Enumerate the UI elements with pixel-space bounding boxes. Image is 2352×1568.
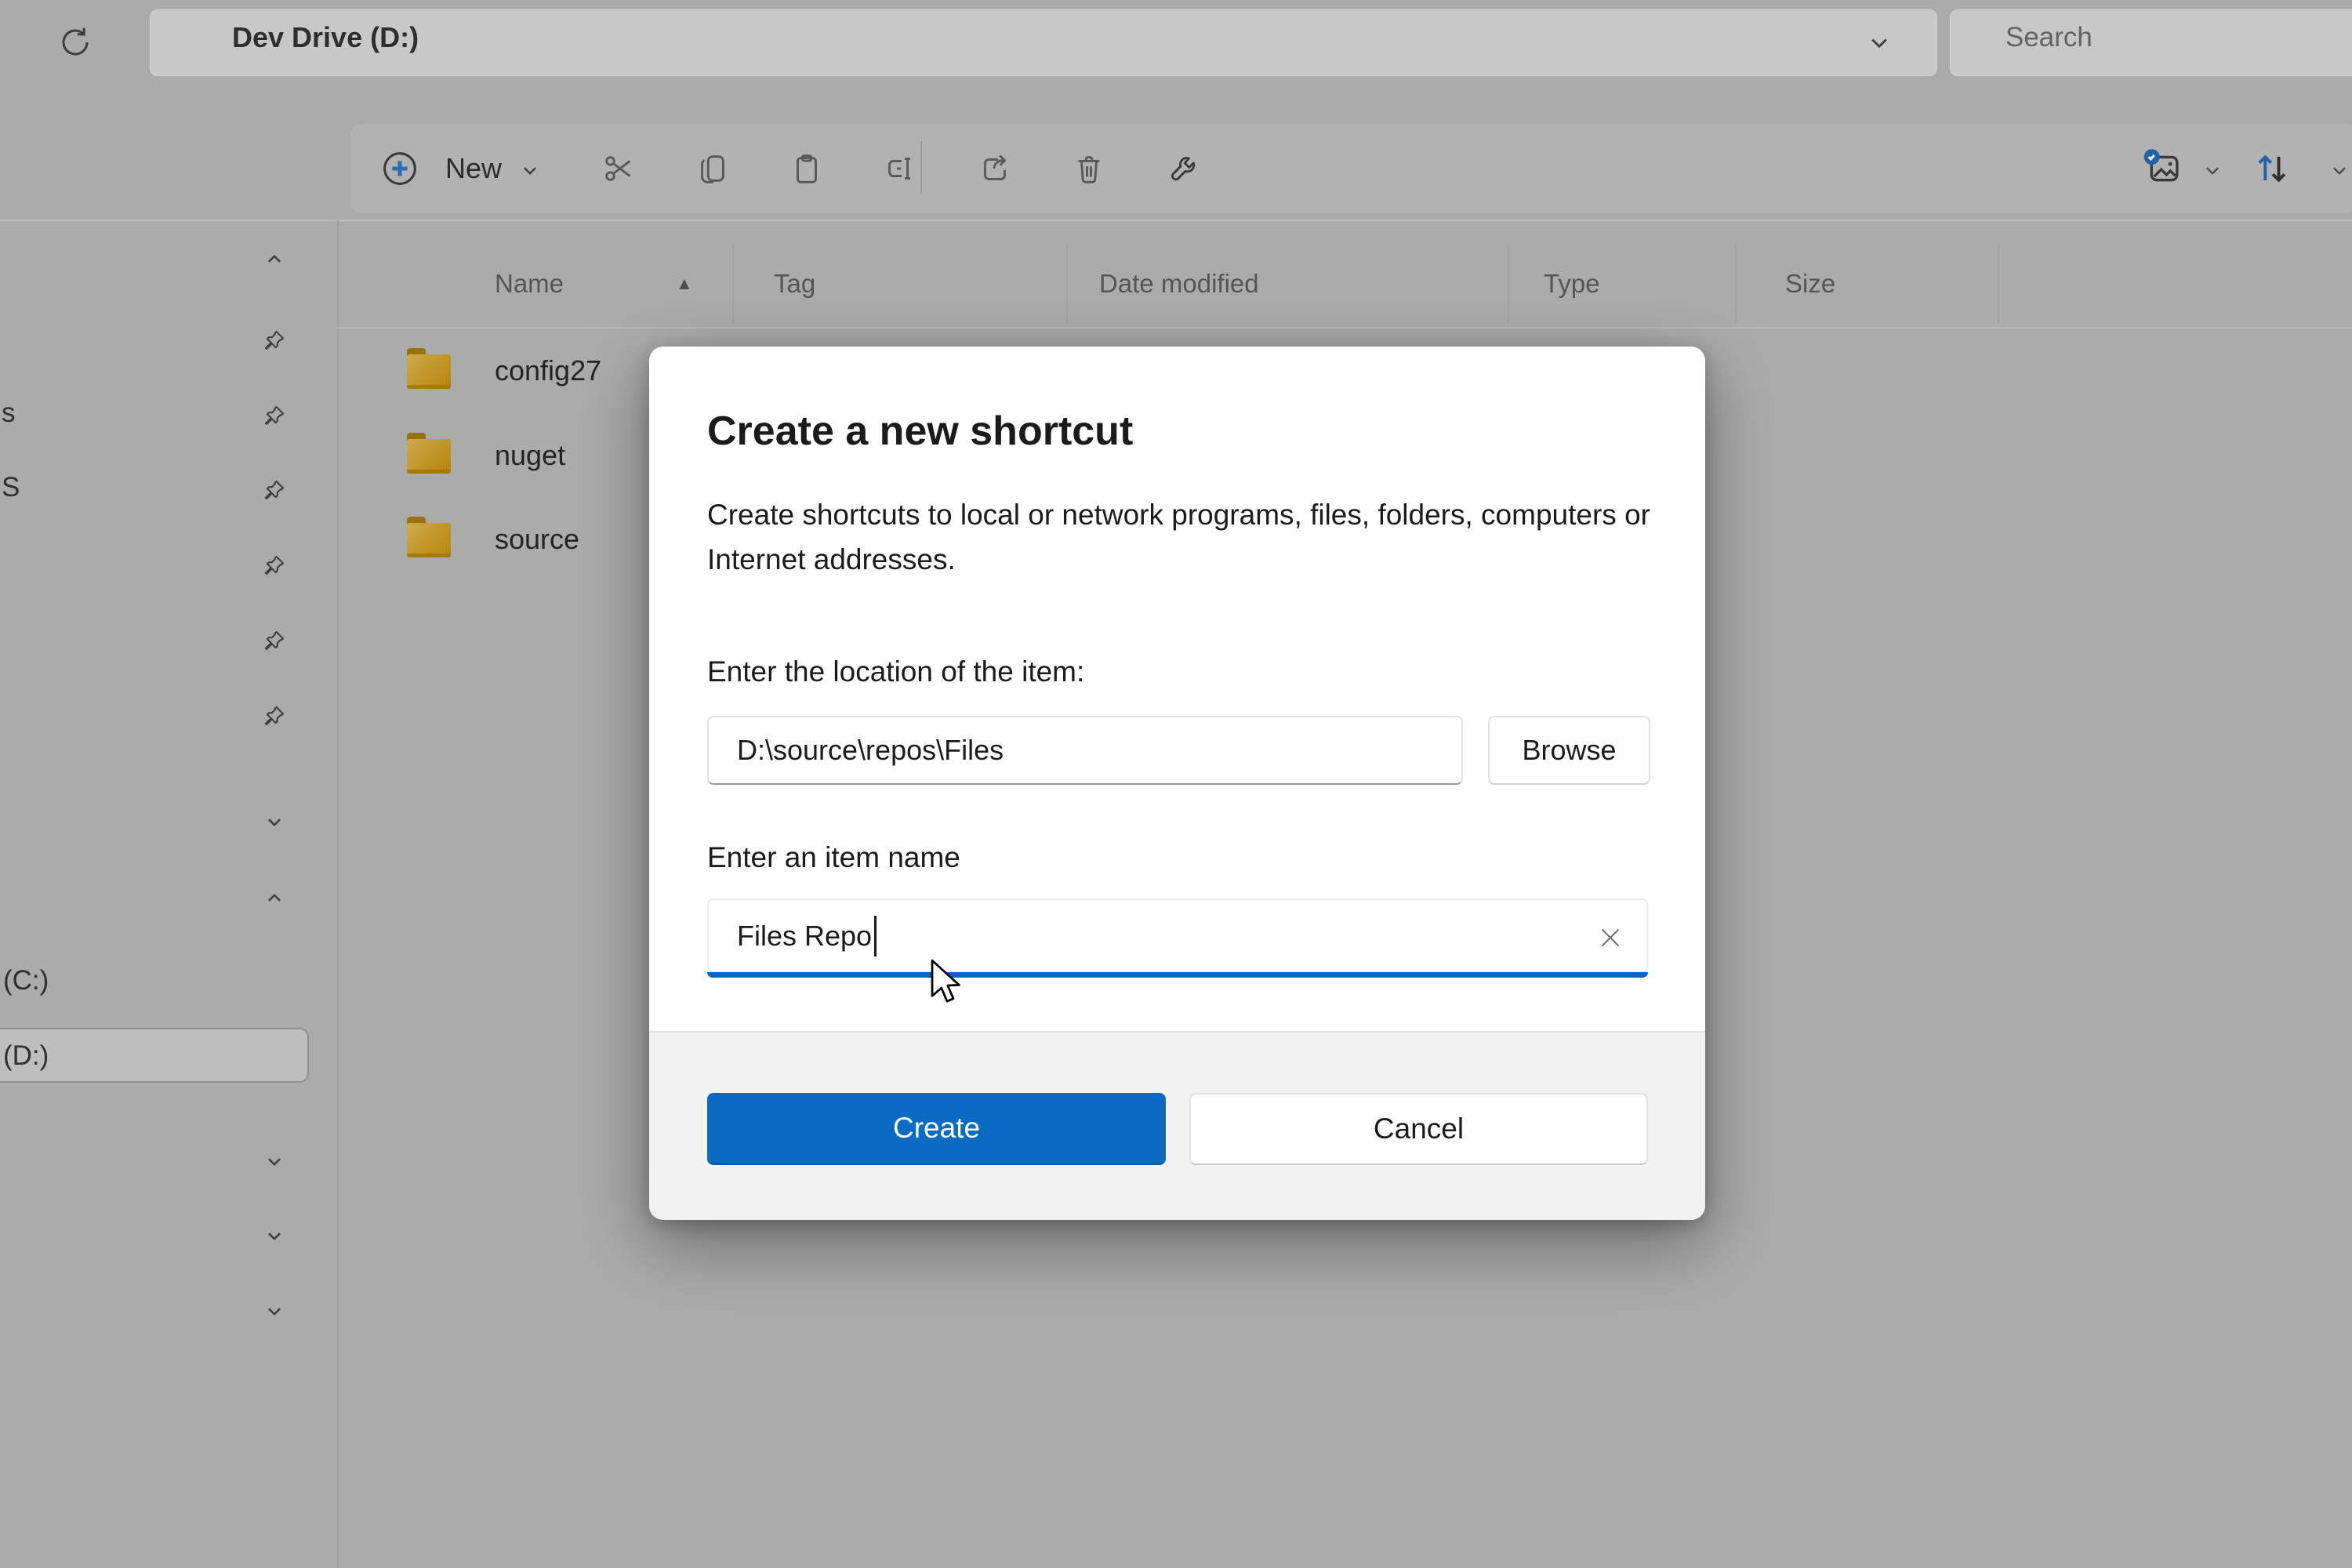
cut-icon [601, 151, 637, 187]
column-header-date-modified[interactable]: Date modified [1099, 240, 1259, 327]
command-toolbar: New [350, 124, 2352, 213]
sidebar-item-drive-d-label[interactable]: (D:) [3, 1040, 49, 1072]
chevron-down-icon [2326, 157, 2352, 183]
folder-icon[interactable] [407, 517, 451, 557]
paste-button[interactable] [789, 151, 825, 187]
focus-underline [707, 972, 1648, 978]
view-options-button[interactable] [2143, 147, 2229, 190]
pin-icon[interactable] [261, 402, 288, 429]
paste-icon [789, 151, 825, 187]
column-divider[interactable] [1066, 245, 1068, 323]
rename-icon [882, 151, 918, 187]
chevron-down-icon[interactable] [261, 808, 288, 835]
cancel-button-label: Cancel [1374, 1112, 1464, 1145]
clear-text-icon[interactable] [1596, 924, 1624, 952]
pin-icon[interactable] [261, 552, 288, 579]
column-divider[interactable] [1998, 245, 1999, 323]
pin-icon[interactable] [261, 702, 288, 729]
copy-button[interactable] [695, 151, 731, 187]
location-input-value: D:\source\repos\Files [737, 734, 1004, 767]
folder-icon[interactable] [407, 348, 451, 389]
folder-body [407, 523, 451, 557]
browse-button-label: Browse [1522, 734, 1616, 767]
cancel-button[interactable]: Cancel [1189, 1093, 1648, 1165]
chevron-down-icon [1863, 26, 1896, 59]
mouse-cursor-arrow [929, 958, 964, 1007]
pin-icon[interactable] [261, 477, 288, 503]
plus-circle-icon [380, 149, 419, 188]
column-divider[interactable] [1735, 245, 1737, 323]
pin-icon[interactable] [261, 627, 288, 654]
address-bar-dropdown-button[interactable] [1863, 26, 1896, 59]
wrench-icon [1167, 151, 1203, 187]
refresh-button[interactable] [56, 24, 94, 61]
cut-button[interactable] [601, 151, 637, 187]
folder-icon[interactable] [407, 433, 451, 474]
delete-button[interactable] [1071, 151, 1107, 187]
column-divider[interactable] [732, 245, 734, 323]
files-app-window: Dev Drive (D:) Search New [0, 0, 2352, 1568]
dialog-footer: Create Cancel [649, 1031, 1705, 1220]
item-name-field-wrapper: Files Repo [707, 898, 1648, 978]
column-header-size[interactable]: Size [1785, 240, 1835, 327]
create-button[interactable]: Create [707, 1093, 1166, 1165]
dialog-title: Create a new shortcut [707, 408, 1133, 455]
sidebar-item-drive-c[interactable]: (C:) [3, 965, 49, 996]
chevron-down-icon [517, 157, 543, 183]
location-input[interactable]: D:\source\repos\Files [707, 716, 1463, 785]
new-button[interactable]: New [363, 124, 559, 213]
toolbar-divider [920, 141, 922, 194]
chevron-down-icon[interactable] [261, 1148, 288, 1174]
column-header-name[interactable]: Name [495, 240, 564, 327]
address-bar-path[interactable]: Dev Drive (D:) [232, 0, 419, 74]
folder-body [407, 439, 451, 474]
location-label: Enter the location of the item: [707, 655, 1084, 688]
chevron-down-icon[interactable] [261, 1298, 288, 1324]
column-divider[interactable] [1508, 245, 1509, 323]
pin-icon[interactable] [261, 327, 288, 354]
text-caret [874, 916, 877, 956]
create-shortcut-dialog: Create a new shortcut Create shortcuts t… [649, 347, 1705, 1220]
column-header-tag[interactable]: Tag [774, 240, 815, 327]
sort-ascending-icon: ▲ [676, 240, 693, 327]
item-name-label: Enter an item name [707, 841, 960, 874]
copy-icon [695, 151, 731, 187]
sort-button[interactable] [2251, 147, 2352, 190]
header-row-divider [337, 327, 2352, 328]
chevron-down-icon[interactable] [261, 1222, 288, 1249]
file-name[interactable]: config27 [495, 354, 601, 387]
sort-icon [2251, 147, 2295, 190]
toolbar-bottom-divider [0, 220, 2352, 221]
new-button-label: New [445, 124, 502, 213]
share-button[interactable] [977, 151, 1013, 187]
share-icon [977, 151, 1013, 187]
sidebar-content-divider [337, 220, 339, 1568]
refresh-icon [56, 24, 94, 61]
chevron-up-icon[interactable] [261, 246, 288, 273]
sidebar-item-label-truncated[interactable]: s [2, 397, 16, 429]
rename-button[interactable] [882, 151, 918, 187]
chevron-down-icon [2199, 157, 2226, 183]
dialog-description: Create shortcuts to local or network pro… [707, 492, 1656, 582]
sidebar-item-label-truncated[interactable]: S [2, 472, 20, 503]
browse-button[interactable]: Browse [1488, 716, 1650, 785]
file-name[interactable]: nuget [495, 439, 565, 472]
file-name[interactable]: source [495, 523, 579, 556]
view-image-icon [2143, 147, 2185, 190]
create-button-label: Create [893, 1112, 980, 1145]
item-name-input[interactable]: Files Repo [707, 898, 1648, 973]
delete-icon [1071, 151, 1107, 187]
chevron-up-icon[interactable] [261, 885, 288, 912]
column-header-type[interactable]: Type [1544, 240, 1600, 327]
open-with-button[interactable] [1167, 151, 1203, 187]
folder-body [407, 354, 451, 389]
item-name-input-value: Files Repo [737, 920, 872, 953]
search-placeholder: Search [2005, 0, 2092, 74]
